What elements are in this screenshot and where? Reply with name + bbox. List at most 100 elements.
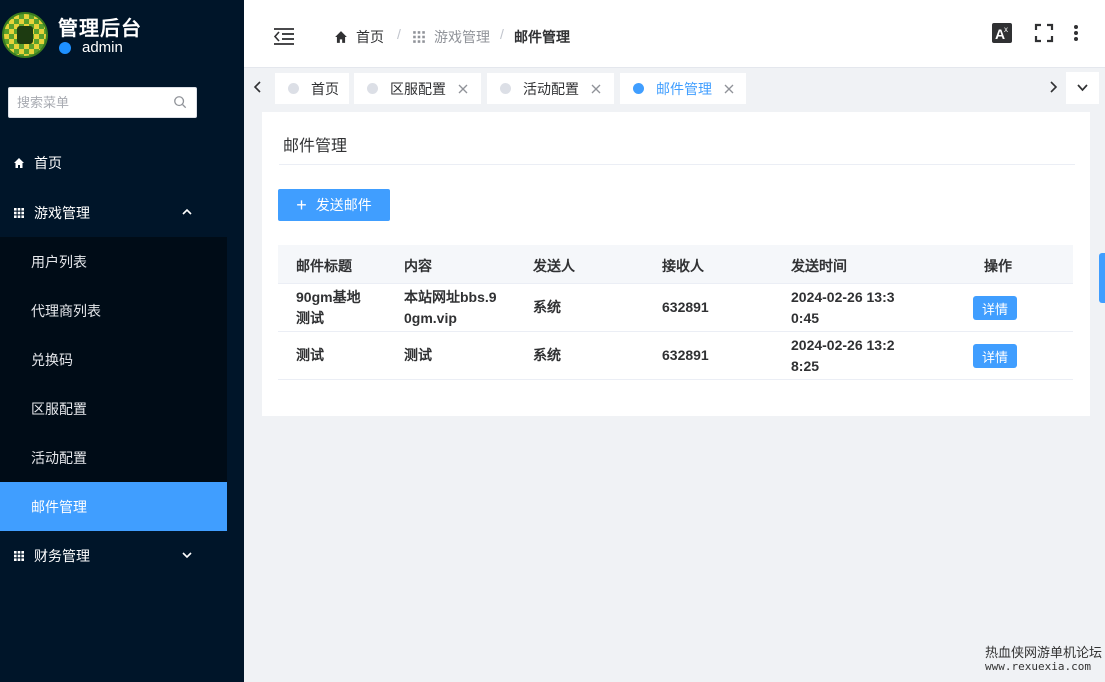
sidebar-item-home[interactable]: 首页 <box>0 138 227 187</box>
more-icon[interactable] <box>1065 22 1087 44</box>
column-header: 接收人 <box>662 258 704 274</box>
tabs-scroll-left-icon[interactable] <box>250 78 266 96</box>
cell-send-time: 2024-02-26 13:2 8:25 <box>791 335 895 377</box>
side-drawer-handle[interactable] <box>1099 253 1105 303</box>
home-icon <box>14 157 24 168</box>
cell-content: 测试 <box>404 347 432 363</box>
cell-line: 本站网址bbs.9 <box>404 289 497 305</box>
chevron-down-icon <box>1077 84 1088 92</box>
watermark-line1: 热血侠网游单机论坛 <box>985 645 1103 660</box>
detail-button[interactable]: 详情 <box>973 296 1017 320</box>
table-row: 90gm基地 测试 本站网址bbs.9 0gm.vip 系统 632891 20… <box>278 284 1073 332</box>
cell-sender: 系统 <box>533 347 561 363</box>
table-header: 邮件标题 内容 发送人 接收人 发送时间 操作 <box>278 245 1073 284</box>
sidebar-item-label: 财务管理 <box>34 547 90 564</box>
grid-icon <box>14 207 24 218</box>
breadcrumb-separator: / <box>500 26 504 42</box>
sidebar-item-label: 首页 <box>34 154 62 171</box>
tabs-scroll-right-icon[interactable] <box>1045 78 1061 96</box>
tab-activity-config[interactable]: 活动配置 <box>487 73 614 104</box>
sidebar-item-user-list[interactable]: 用户列表 <box>0 237 227 286</box>
app-title: 管理后台 <box>58 18 142 40</box>
tabs-dropdown-button[interactable] <box>1066 72 1099 104</box>
table-row: 测试 测试 系统 632891 2024-02-26 13:2 8:25 详情 <box>278 332 1073 380</box>
search-icon[interactable] <box>173 95 187 109</box>
close-icon[interactable] <box>458 84 468 94</box>
tab-label: 首页 <box>311 80 339 97</box>
sidebar-item-finance-management[interactable]: 财务管理 <box>0 531 227 580</box>
watermark: 热血侠网游单机论坛 www.rexuexia.com <box>985 646 1102 674</box>
column-header: 发送时间 <box>791 258 847 274</box>
translate-icon[interactable]: A x <box>991 22 1013 44</box>
column-header: 邮件标题 <box>296 258 352 274</box>
cell-line: 2024-02-26 13:2 <box>791 337 895 353</box>
sidebar-item-mail-management[interactable]: 邮件管理 <box>0 482 227 531</box>
cell-line: 90gm基地 <box>296 289 361 305</box>
menu-search <box>8 87 197 118</box>
cell-line: 8:25 <box>791 358 820 374</box>
breadcrumb-label: 游戏管理 <box>434 29 490 45</box>
breadcrumb-label: 首页 <box>356 29 384 45</box>
page-title: 邮件管理 <box>283 138 348 155</box>
breadcrumb-separator: / <box>397 26 401 42</box>
column-header: 操作 <box>984 258 1012 274</box>
user-name[interactable]: admin <box>82 39 123 56</box>
sidebar-item-server-config[interactable]: 区服配置 <box>0 384 227 433</box>
divider <box>279 164 1075 165</box>
tab-label: 活动配置 <box>523 80 579 97</box>
tab-mail-management[interactable]: 邮件管理 <box>620 73 746 104</box>
close-icon[interactable] <box>591 84 601 94</box>
column-header: 内容 <box>404 258 432 274</box>
cell-content: 本站网址bbs.9 0gm.vip <box>404 287 497 329</box>
breadcrumb-mail-management: 邮件管理 <box>514 27 570 47</box>
tab-server-config[interactable]: 区服配置 <box>354 73 481 104</box>
sidebar-item-redeem-code[interactable]: 兑换码 <box>0 335 227 384</box>
tab-dot-icon <box>500 83 511 94</box>
sidebar-item-activity-config[interactable]: 活动配置 <box>0 433 227 482</box>
cell-send-time: 2024-02-26 13:3 0:45 <box>791 287 895 329</box>
app-logo <box>2 12 48 58</box>
tab-home[interactable]: 首页 <box>275 73 349 104</box>
cell-line: 测试 <box>296 310 324 326</box>
cell-line: 0gm.vip <box>404 310 457 326</box>
column-header: 发送人 <box>533 258 575 274</box>
chevron-up-icon <box>182 208 192 215</box>
tab-dot-icon <box>367 83 378 94</box>
detail-button[interactable]: 详情 <box>973 344 1017 368</box>
menu-search-input[interactable] <box>9 88 169 117</box>
sidebar-item-label: 游戏管理 <box>34 204 90 221</box>
cell-receiver: 632891 <box>662 347 709 363</box>
watermark-line2: www.rexuexia.com <box>985 660 1091 673</box>
collapse-menu-icon[interactable] <box>272 26 296 46</box>
tab-label: 邮件管理 <box>656 80 712 97</box>
cell-title: 测试 <box>296 347 324 363</box>
close-icon[interactable] <box>724 84 734 94</box>
brand: 管理后台 admin <box>0 0 244 70</box>
cell-line: 2024-02-26 13:3 <box>791 289 895 305</box>
cell-title: 90gm基地 测试 <box>296 287 361 329</box>
sidebar-item-agent-list[interactable]: 代理商列表 <box>0 286 227 335</box>
cell-receiver: 632891 <box>662 299 709 315</box>
sidebar: 管理后台 admin 首页 游戏管理 用户列表 代理商列表 兑换码 区服配置 活… <box>0 0 244 682</box>
tab-dot-icon <box>633 83 644 94</box>
cell-sender: 系统 <box>533 299 561 315</box>
tab-label: 区服配置 <box>390 80 446 97</box>
fullscreen-icon[interactable] <box>1033 22 1055 44</box>
sidebar-item-game-management[interactable]: 游戏管理 <box>0 188 227 237</box>
send-mail-button[interactable]: + 发送邮件 <box>278 189 390 221</box>
breadcrumb-game-management[interactable]: 游戏管理 <box>412 27 490 47</box>
breadcrumb-home[interactable]: 首页 <box>334 27 384 47</box>
mail-management-card: 邮件管理 + 发送邮件 邮件标题 内容 发送人 接收人 发送时间 操作 90gm… <box>262 112 1090 416</box>
svg-text:x: x <box>1004 25 1008 34</box>
home-icon <box>335 31 347 43</box>
chevron-down-icon <box>182 552 192 559</box>
grid-icon <box>14 550 24 561</box>
online-status-icon <box>59 42 71 54</box>
top-header: 首页 / 游戏管理 / 邮件管理 A x <box>244 0 1105 68</box>
grid-icon <box>413 31 425 43</box>
breadcrumb-label: 邮件管理 <box>514 29 570 45</box>
tabs-bar: 首页 区服配置 活动配置 邮件管理 <box>244 68 1105 108</box>
cell-line: 0:45 <box>791 310 820 326</box>
tab-dot-icon <box>288 83 299 94</box>
send-mail-label: 发送邮件 <box>315 197 372 213</box>
